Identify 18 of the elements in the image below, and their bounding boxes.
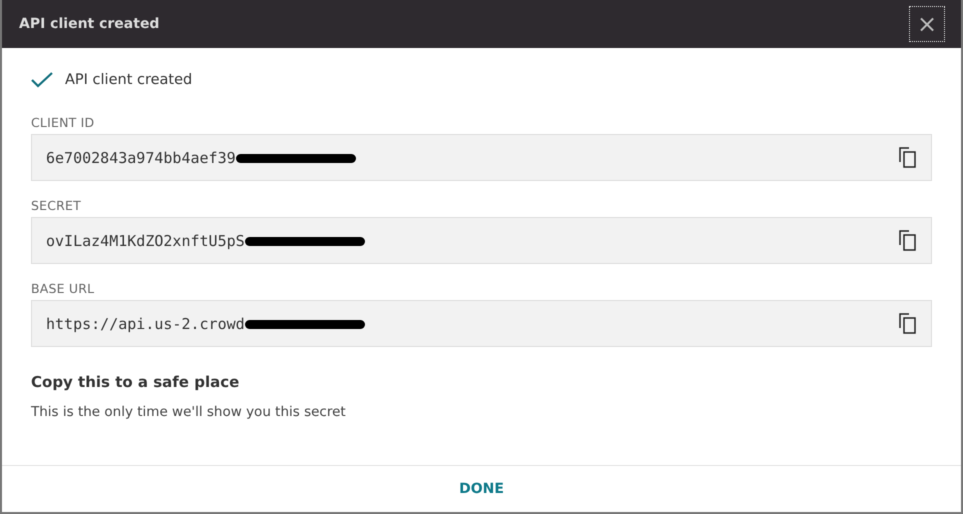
field-value: https://api.us-2.crowd	[46, 314, 245, 332]
field-value: ovILaz4M1KdZO2xnftU5pS	[46, 232, 245, 250]
read-only-field[interactable]: https://api.us-2.crowd	[31, 300, 932, 347]
field-label: CLIENT ID	[31, 115, 94, 130]
notice-title: Copy this to a safe place	[31, 373, 240, 391]
notice-text: This is the only time we'll show you this secret	[31, 404, 347, 420]
copy-icon[interactable]	[899, 230, 917, 251]
dialog-title: API client created	[19, 16, 160, 32]
copy-icon[interactable]	[899, 147, 917, 168]
read-only-field[interactable]: 6e7002843a974bb4aef39	[31, 134, 932, 181]
read-only-field[interactable]: ovILaz4M1KdZO2xnftU5pS	[31, 217, 932, 264]
field-label: SECRET	[31, 198, 81, 213]
status-message: API client created	[65, 72, 192, 88]
field-label: BASE URL	[31, 281, 94, 296]
copy-icon[interactable]	[899, 313, 917, 334]
close-button[interactable]: ×	[909, 6, 945, 42]
field-value: 6e7002843a974bb4aef39	[46, 148, 236, 166]
done-button[interactable]: DONE	[453, 477, 510, 501]
